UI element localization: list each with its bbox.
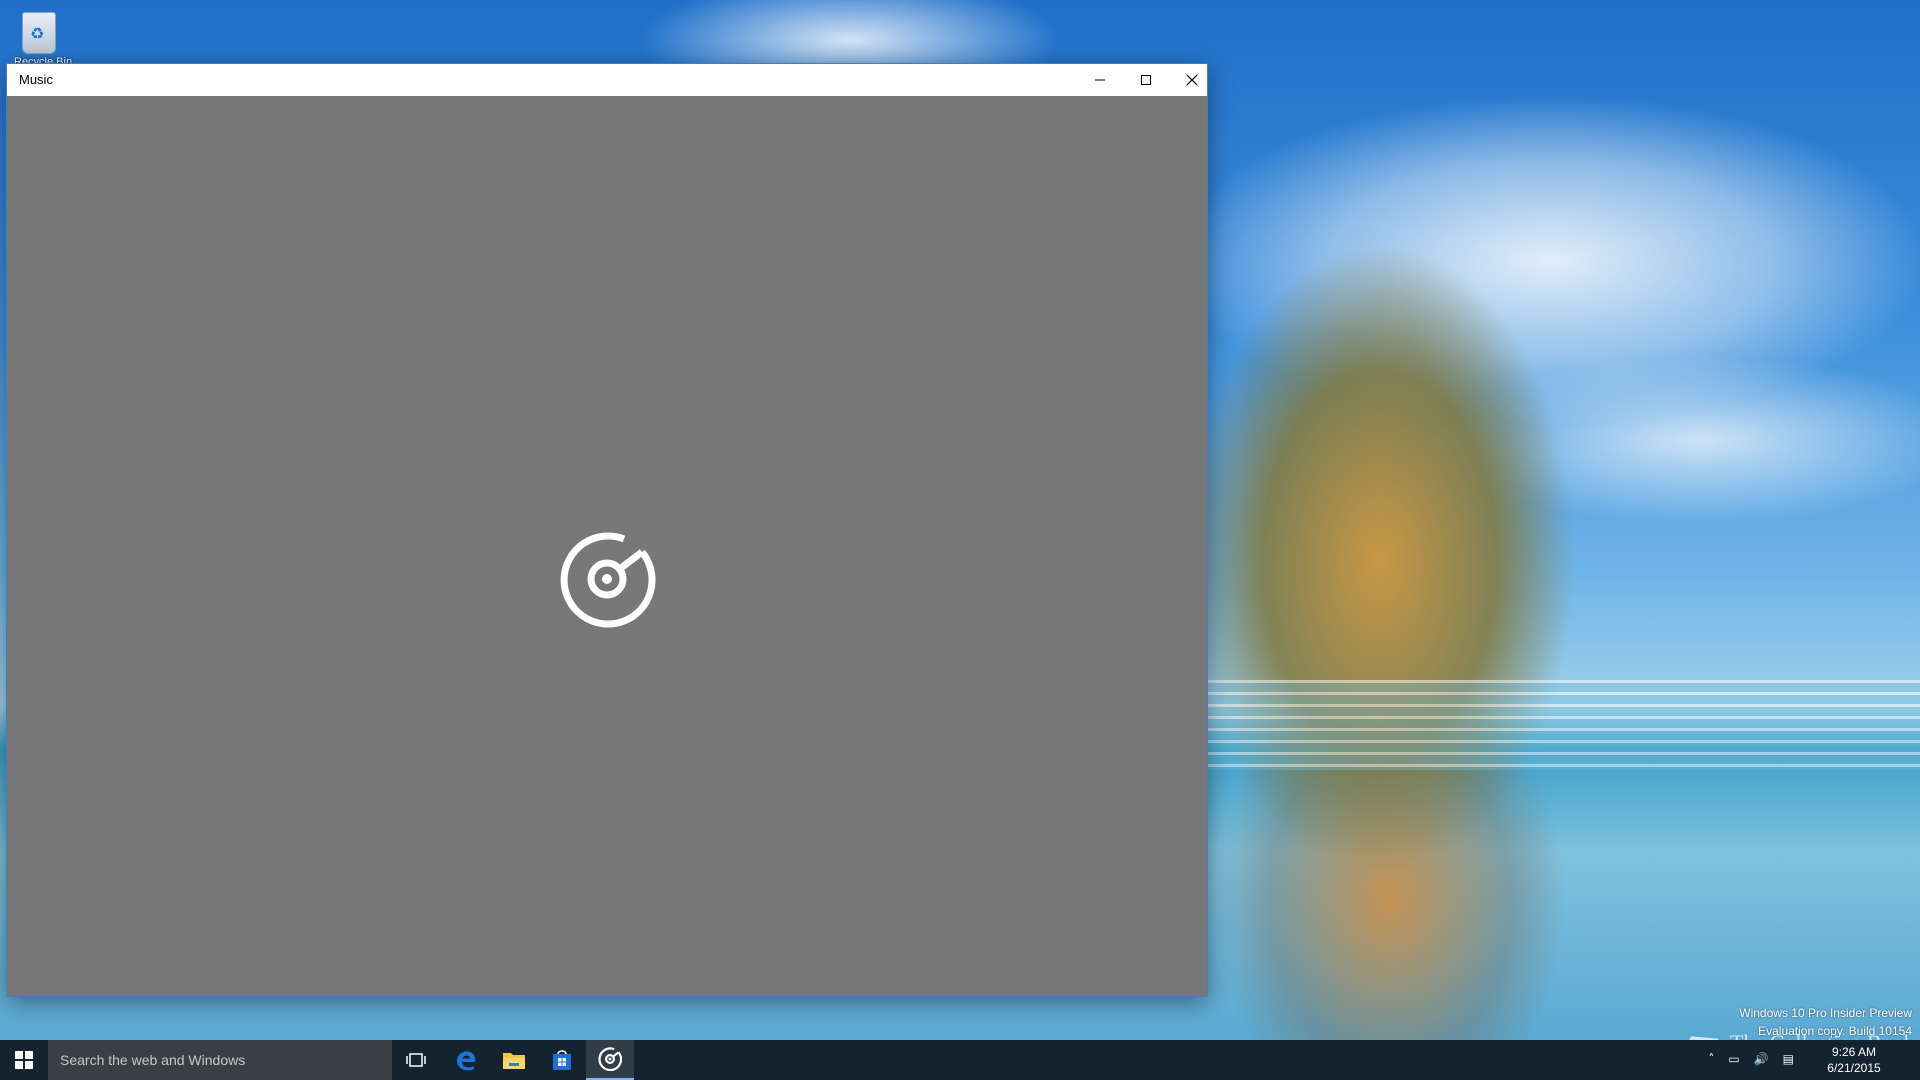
groove-music-taskbar-button[interactable]: [586, 1040, 634, 1080]
task-view-icon: [406, 1053, 426, 1067]
start-button[interactable]: [0, 1040, 48, 1080]
minimize-icon: [1095, 79, 1105, 81]
store-button[interactable]: [538, 1040, 586, 1080]
groove-music-icon: [560, 532, 656, 628]
edge-icon: [457, 1051, 476, 1071]
search-placeholder: Search the web and Windows: [60, 1052, 246, 1068]
network-icon[interactable]: ▭: [1728, 1052, 1739, 1066]
chevron-up-icon[interactable]: ˄: [1708, 1052, 1714, 1066]
watermark-edition: Windows 10 Pro Insider Preview: [1739, 1006, 1912, 1020]
groove-music-icon: [598, 1047, 622, 1071]
clock-time: 9:26 AM: [1831, 1045, 1877, 1059]
maximize-icon: [1141, 75, 1151, 85]
file-explorer-icon: [503, 1053, 525, 1069]
task-view-button[interactable]: [392, 1040, 440, 1080]
clock-date: 6/21/2015: [1827, 1061, 1881, 1075]
clock[interactable]: 9:26 AM 6/21/2015: [1814, 1044, 1894, 1076]
recycle-symbol-icon: ♻: [30, 24, 45, 43]
volume-icon[interactable]: 🔊: [1754, 1052, 1769, 1066]
window-title: Music: [19, 72, 53, 87]
minimize-button[interactable]: [1077, 64, 1123, 96]
search-box[interactable]: Search the web and Windows: [48, 1040, 392, 1080]
tray-icons: ˄ ▭ 🔊 ▤: [1708, 1052, 1794, 1066]
close-icon: [1186, 74, 1198, 86]
edge-button[interactable]: [442, 1040, 490, 1080]
title-bar[interactable]: Music: [7, 64, 1207, 96]
system-tray: ˄ ▭ 🔊 ▤ 9:26 AM 6/21/2015: [1652, 1040, 1912, 1080]
maximize-button[interactable]: [1123, 64, 1169, 96]
action-center-icon[interactable]: ▤: [1783, 1052, 1794, 1066]
wallpaper-surf: [1205, 680, 1920, 770]
recycle-bin-icon[interactable]: ♻ Recycle Bin: [14, 8, 72, 66]
music-window: Music: [7, 64, 1207, 996]
close-button[interactable]: [1169, 64, 1215, 96]
store-icon: [553, 1050, 571, 1070]
taskbar: Search the web and Windows ˄ ▭ 🔊 ▤ 9:26 …: [0, 1040, 1920, 1080]
windows-logo-icon: [15, 1051, 33, 1069]
file-explorer-button[interactable]: [490, 1040, 538, 1080]
